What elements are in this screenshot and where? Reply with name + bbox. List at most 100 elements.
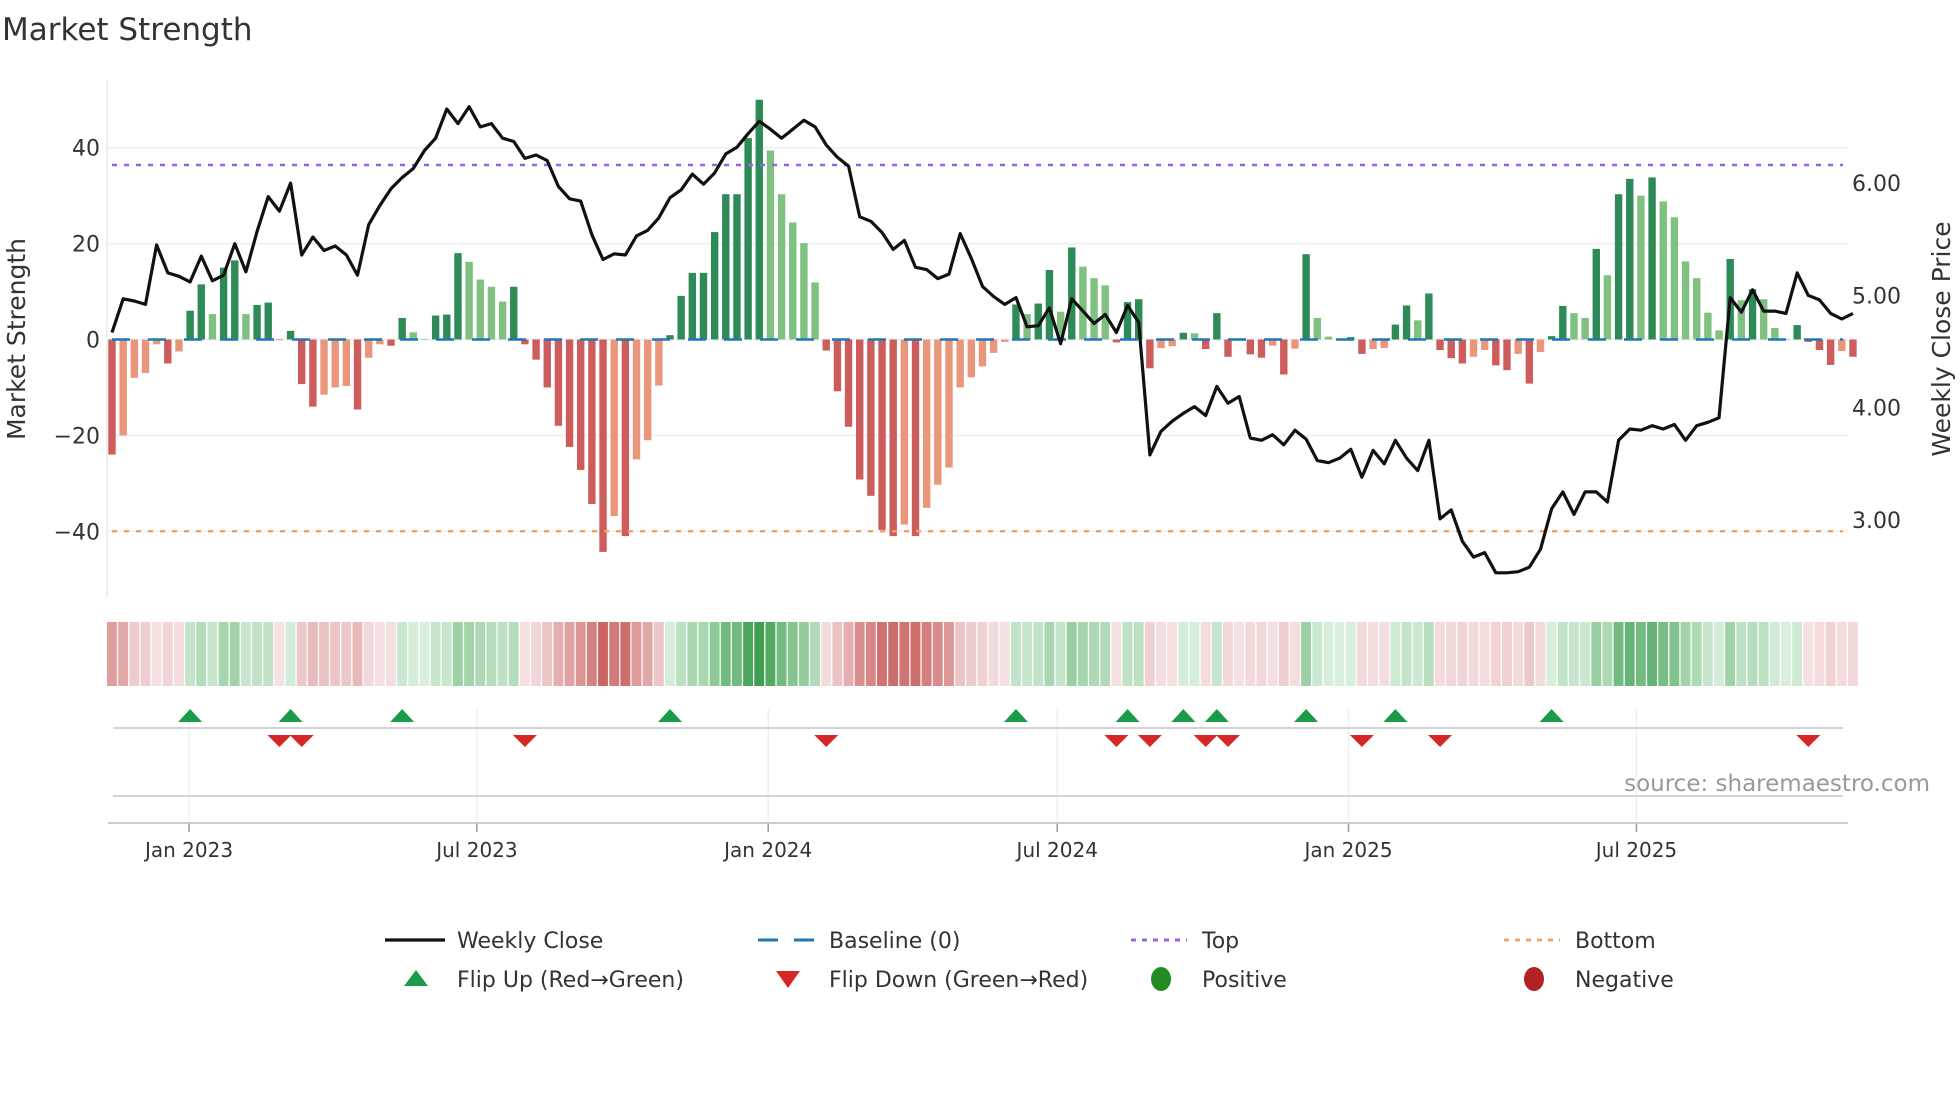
- strip-cell: [754, 622, 765, 686]
- bar-negative: [621, 339, 630, 537]
- strip-cell: [1702, 622, 1713, 686]
- strip-cell: [1323, 622, 1334, 686]
- flip-down-marker: [1104, 735, 1129, 747]
- legend-label: Flip Up (Red→Green): [457, 968, 684, 993]
- bar-positive: [699, 272, 708, 340]
- bar-positive: [1603, 275, 1612, 340]
- legend-label: Negative: [1575, 968, 1674, 993]
- strip-cell: [575, 622, 586, 686]
- bar-negative: [1369, 339, 1377, 350]
- legend-item: Baseline (0): [758, 929, 960, 954]
- left-tick-label: 0: [86, 329, 100, 354]
- bar-negative: [387, 339, 395, 346]
- left-axis-title: Market Strength: [2, 238, 31, 440]
- strip-cell: [508, 622, 519, 686]
- strip-cell: [888, 622, 899, 686]
- strip-cell: [1390, 622, 1401, 686]
- strip-cell: [1368, 622, 1378, 686]
- strip-cell: [486, 622, 497, 686]
- right-tick-label: 4.00: [1852, 397, 1901, 422]
- bar-positive: [510, 286, 518, 340]
- bar-positive: [733, 194, 741, 340]
- strip-cell: [1747, 622, 1758, 686]
- bar-positive: [498, 301, 507, 340]
- bar-negative: [1291, 339, 1299, 349]
- legend-item: Weekly Close: [385, 929, 603, 954]
- circle-icon: [1524, 967, 1544, 991]
- strip-cell: [999, 622, 1010, 686]
- strip-cell: [1077, 622, 1088, 686]
- bar-negative: [1826, 339, 1835, 365]
- strip-cell: [1836, 622, 1847, 686]
- bar-negative: [956, 339, 964, 388]
- left-tick-label: 20: [72, 233, 100, 258]
- bar-negative: [1492, 339, 1500, 366]
- bar-negative: [1146, 339, 1154, 369]
- bar-negative: [1157, 339, 1165, 349]
- strip-cell: [832, 622, 843, 686]
- bar-negative: [119, 339, 127, 436]
- right-tick-label: 3.00: [1852, 509, 1901, 534]
- strip-cell: [1133, 622, 1144, 686]
- strip-cell: [441, 622, 452, 686]
- bar-positive: [219, 267, 228, 340]
- bar-negative: [1380, 339, 1388, 349]
- bar-negative: [922, 339, 931, 508]
- x-axis: Jan 2023 Jul 2023 Jan 2024 Jul 2024 Jan 2025…: [108, 822, 1848, 862]
- legend-label: Baseline (0): [829, 929, 960, 954]
- strip-cell: [631, 622, 642, 686]
- bar-positive: [1637, 195, 1645, 340]
- bar-positive: [811, 282, 819, 340]
- flip-up-marker: [1204, 709, 1229, 722]
- legend-label: Bottom: [1575, 929, 1656, 954]
- bar-positive: [677, 295, 685, 340]
- bar-negative: [822, 339, 830, 351]
- strip-cell: [1457, 622, 1468, 686]
- bar-negative: [967, 339, 976, 378]
- strip-cell: [798, 622, 809, 686]
- bar-negative: [353, 339, 362, 410]
- bar-positive: [1626, 178, 1634, 340]
- strip-cell: [1356, 622, 1367, 686]
- bar-negative: [911, 339, 920, 537]
- bar-positive: [1771, 327, 1779, 340]
- strip-cell: [185, 622, 196, 686]
- bar-negative: [164, 339, 172, 364]
- bar-positive: [1012, 304, 1020, 340]
- strip-cell: [1401, 622, 1412, 686]
- bar-negative: [543, 339, 551, 388]
- strip-cell: [1066, 622, 1077, 686]
- bar-positive: [476, 279, 484, 340]
- bar-positive: [454, 253, 462, 340]
- strip-cell: [352, 622, 363, 686]
- flip-up-marker: [1539, 709, 1564, 722]
- bar-positive: [1793, 325, 1801, 340]
- bar-positive: [431, 315, 440, 340]
- strip-cell: [1792, 622, 1803, 686]
- bar-positive: [253, 304, 261, 340]
- strip-cell: [1758, 622, 1769, 686]
- bar-positive: [1213, 313, 1221, 340]
- strip-cell: [274, 622, 285, 686]
- bar-negative: [532, 339, 540, 360]
- legend-item: Negative: [1524, 967, 1674, 993]
- x-tick-label: Jan 2025: [1302, 838, 1392, 862]
- strip-cell: [1022, 622, 1033, 686]
- strip-cell: [1613, 622, 1624, 686]
- bar-positive: [722, 194, 730, 340]
- bar-negative: [945, 339, 953, 468]
- strip-cell: [1769, 622, 1780, 686]
- flip-down-marker: [1349, 735, 1374, 747]
- x-tick-label: Jul 2025: [1594, 838, 1677, 862]
- bar-positive: [208, 314, 217, 340]
- bar-negative: [1112, 339, 1121, 343]
- bar-positive: [1324, 336, 1333, 340]
- strip-cell: [776, 622, 787, 686]
- bar-negative: [331, 339, 339, 388]
- left-tick-label: 40: [72, 137, 100, 162]
- bar-negative: [1458, 339, 1467, 364]
- strip-cell: [218, 622, 229, 686]
- bar-negative: [844, 339, 853, 427]
- strip-cell: [531, 622, 541, 686]
- strip-cell: [709, 622, 720, 686]
